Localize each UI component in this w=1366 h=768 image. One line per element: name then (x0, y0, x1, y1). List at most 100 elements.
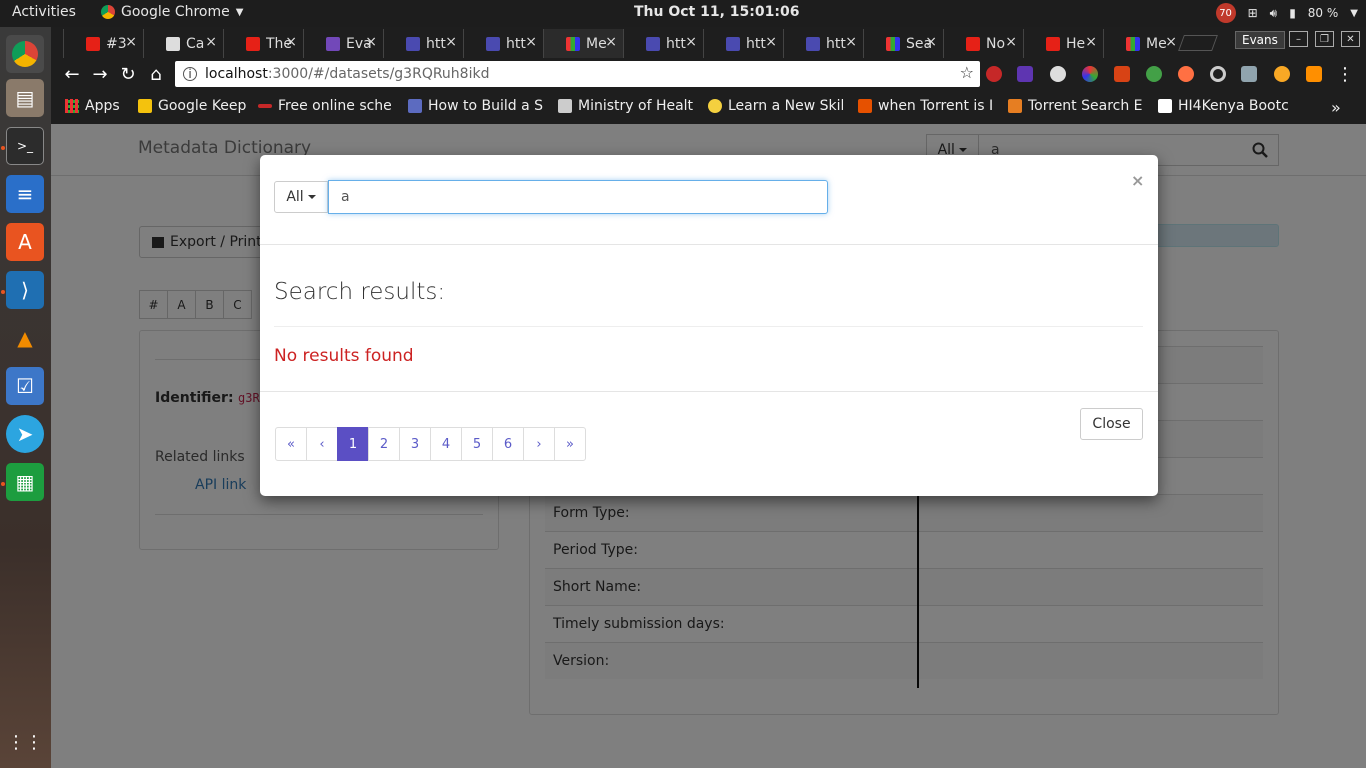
bookmark-when-torrent[interactable]: when Torrent is I (858, 98, 993, 114)
browser-tab[interactable]: The × (223, 29, 303, 58)
writer-launcher-icon[interactable]: ≡ (6, 175, 44, 213)
page-button-6[interactable]: 6 (492, 427, 524, 461)
vlc-launcher-icon[interactable]: ▲ (6, 319, 44, 357)
bookmark-star-icon[interactable]: ☆ (960, 63, 974, 82)
first-page-button[interactable]: « (275, 427, 307, 461)
bookmark-how-to-build[interactable]: How to Build a S (408, 98, 543, 114)
browser-tab[interactable]: Eva × (303, 29, 383, 58)
browser-tab[interactable]: htt × (383, 29, 463, 58)
bookmarks-overflow[interactable]: » (1331, 98, 1341, 117)
close-icon[interactable]: × (525, 34, 537, 50)
extension-icon[interactable] (1178, 66, 1194, 82)
close-icon[interactable]: × (605, 34, 617, 50)
page-button-4[interactable]: 4 (430, 427, 462, 461)
activities-button[interactable]: Activities (12, 4, 76, 20)
youtube-icon (1046, 36, 1060, 51)
close-icon[interactable]: × (205, 34, 217, 50)
new-tab-button[interactable] (1178, 35, 1218, 51)
close-icon[interactable]: × (1131, 171, 1144, 190)
software-center-icon[interactable]: A (6, 223, 44, 261)
last-page-button[interactable]: » (554, 427, 586, 461)
clock[interactable]: Thu Oct 11, 15:01:06 (634, 4, 799, 20)
browser-tab[interactable]: Me × (1103, 29, 1183, 58)
extension-icon[interactable] (1114, 66, 1130, 82)
tasks-launcher-icon[interactable]: ☑ (6, 367, 44, 405)
info-icon: i (183, 67, 197, 81)
calc-launcher-icon[interactable]: ▦ (6, 463, 44, 501)
back-button[interactable]: ← (60, 62, 84, 86)
system-tray[interactable]: 70 ⊞ 🔊︎ ▮ 80 % ▼ (1215, 3, 1358, 23)
browser-tab-active[interactable]: Me × (543, 29, 623, 58)
prev-page-button[interactable]: ‹ (306, 427, 338, 461)
browser-tab[interactable]: Sea × (863, 29, 943, 58)
reload-button[interactable]: ↻ (116, 62, 140, 86)
bookmark-torrent-search[interactable]: Torrent Search E (1008, 98, 1143, 114)
notification-badge[interactable]: 70 (1215, 3, 1236, 23)
maximize-button[interactable]: ❐ (1315, 31, 1334, 47)
extension-icon[interactable] (1306, 66, 1322, 82)
browser-tab[interactable]: He × (1023, 29, 1103, 58)
extension-icon[interactable] (1146, 66, 1162, 82)
home-button[interactable]: ⌂ (144, 62, 168, 86)
bookmark-free-online[interactable]: Free online sche (258, 98, 393, 114)
bookmark-hi4kenya[interactable]: HI4Kenya Bootc (1158, 98, 1293, 114)
app-menu[interactable]: Google Chrome ▼ (101, 4, 243, 20)
forward-button[interactable]: → (88, 62, 112, 86)
bookmark-google-keep[interactable]: Google Keep (138, 98, 246, 114)
close-icon[interactable]: × (1085, 34, 1097, 50)
close-icon[interactable]: × (125, 34, 137, 50)
page-button-1[interactable]: 1 (337, 427, 369, 461)
close-button[interactable]: Close (1080, 408, 1143, 440)
address-bar[interactable]: i localhost:3000/#/datasets/g3RQRuh8ikd … (175, 61, 980, 87)
chrome-menu-icon[interactable]: ⋮ (1333, 62, 1357, 86)
grid-icon (886, 36, 900, 51)
extension-icon[interactable] (986, 66, 1002, 82)
browser-tab[interactable]: #3 × (63, 29, 143, 58)
close-icon[interactable]: × (445, 34, 457, 50)
close-icon[interactable]: × (685, 34, 697, 50)
window-close-button[interactable]: ✕ (1341, 31, 1360, 47)
bookmark-apps[interactable]: Apps (65, 98, 120, 114)
extension-icon[interactable] (1274, 66, 1290, 82)
page-icon (1158, 99, 1172, 113)
search-input[interactable] (328, 180, 828, 214)
close-icon[interactable]: × (365, 34, 377, 50)
browser-tab[interactable]: No × (943, 29, 1023, 58)
page-button-3[interactable]: 3 (399, 427, 431, 461)
close-icon[interactable]: × (285, 34, 297, 50)
page-button-5[interactable]: 5 (461, 427, 493, 461)
terminal-launcher-icon[interactable]: >_ (6, 127, 44, 165)
close-icon[interactable]: × (845, 34, 857, 50)
browser-tab[interactable]: Ca × (143, 29, 223, 58)
close-icon[interactable]: × (1165, 34, 1177, 50)
close-icon[interactable]: × (765, 34, 777, 50)
search-filter-dropdown[interactable]: All (274, 181, 328, 213)
extension-icon[interactable] (1082, 66, 1098, 82)
telegram-launcher-icon[interactable]: ➤ (6, 415, 44, 453)
next-page-button[interactable]: › (523, 427, 555, 461)
show-apps-icon[interactable]: ⋮⋮ (6, 723, 44, 761)
chrome-launcher-icon[interactable] (6, 35, 44, 73)
vscode-launcher-icon[interactable]: ⟩ (6, 271, 44, 309)
page-button-2[interactable]: 2 (368, 427, 400, 461)
bookmark-label: Ministry of Healt (578, 98, 693, 114)
minimize-button[interactable]: – (1289, 31, 1308, 47)
browser-tab[interactable]: htt × (703, 29, 783, 58)
extension-icon[interactable] (1241, 66, 1257, 82)
profile-button[interactable]: Evans (1235, 31, 1285, 49)
extension-icon[interactable] (1050, 66, 1066, 82)
browser-tab[interactable]: htt × (463, 29, 543, 58)
keep-icon (138, 99, 152, 113)
extension-icon[interactable] (1017, 66, 1033, 82)
close-icon[interactable]: × (1005, 34, 1017, 50)
files-launcher-icon[interactable]: ▤ (6, 79, 44, 117)
url-path: :3000/#/datasets/g3RQRuh8ikd (267, 66, 490, 82)
browser-tab[interactable]: htt × (623, 29, 703, 58)
browser-tab[interactable]: htt × (783, 29, 863, 58)
close-icon[interactable]: × (925, 34, 937, 50)
bookmark-learn[interactable]: Learn a New Skil (708, 98, 843, 114)
navigation-bar: ← → ↻ ⌂ i localhost:3000/#/datasets/g3RQ… (51, 58, 1366, 91)
running-indicator (1, 290, 5, 294)
extension-icon[interactable] (1210, 66, 1226, 82)
bookmark-ministry[interactable]: Ministry of Healt (558, 98, 693, 114)
